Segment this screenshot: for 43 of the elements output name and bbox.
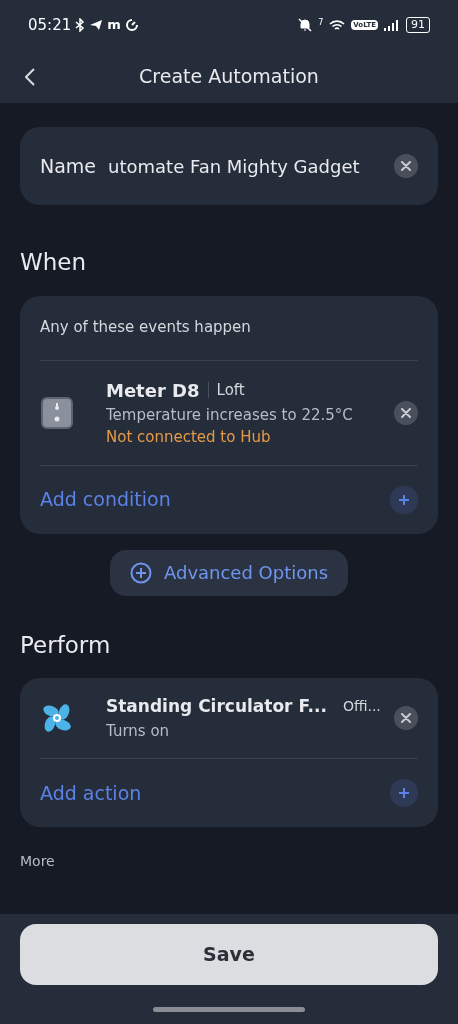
section-heading: More bbox=[20, 852, 56, 871]
remove-button[interactable] bbox=[394, 154, 418, 178]
plus-circle-icon bbox=[129, 561, 152, 584]
condition-description: Temperature increases to 22.5°C bbox=[106, 404, 354, 426]
action-description: Turns on bbox=[106, 720, 171, 742]
room-name: Loft bbox=[216, 379, 245, 401]
warning-text: Not connected to Hub bbox=[106, 427, 272, 448]
plus-icon bbox=[398, 493, 410, 506]
room-name: Offi... bbox=[342, 697, 381, 717]
section-heading: When bbox=[20, 248, 88, 277]
remove-button[interactable] bbox=[394, 706, 418, 730]
device-name: Standing Circulator F... bbox=[106, 695, 327, 718]
back-icon bbox=[25, 67, 35, 86]
timer-icon bbox=[124, 18, 139, 32]
plus-icon bbox=[398, 787, 410, 799]
close-icon bbox=[401, 407, 411, 418]
add-link[interactable]: Add action bbox=[40, 778, 142, 808]
signal-icon bbox=[384, 19, 400, 31]
advanced-options-button[interactable]: Advanced Options bbox=[109, 549, 349, 596]
card-subtitle: Any of these events happen bbox=[40, 317, 252, 339]
section-heading: Perform bbox=[20, 630, 112, 660]
add-link[interactable]: Add condition bbox=[40, 485, 171, 514]
close-icon bbox=[401, 713, 411, 723]
wifi-icon bbox=[329, 18, 346, 32]
name-label: Name bbox=[40, 153, 97, 179]
bell-off-icon bbox=[298, 18, 313, 32]
close-icon bbox=[401, 161, 411, 171]
add-button[interactable] bbox=[390, 779, 418, 807]
battery-indicator: 91 bbox=[406, 17, 430, 33]
name-value: utomate Fan Mighty Gadget bbox=[108, 154, 361, 179]
wifi-label: 7 bbox=[318, 17, 324, 29]
status-time: 05:21 bbox=[28, 14, 72, 36]
add-button[interactable] bbox=[390, 485, 418, 514]
app-letter: m bbox=[107, 16, 121, 35]
remove-button[interactable] bbox=[394, 400, 418, 425]
bluetooth-icon bbox=[75, 18, 86, 32]
page-title: Create Automation bbox=[139, 64, 319, 90]
name-field[interactable]: Name utomate Fan Mighty Gadget bbox=[20, 127, 438, 205]
fan-icon bbox=[40, 701, 74, 735]
thermometer-icon bbox=[40, 395, 74, 430]
save-button[interactable]: Save bbox=[20, 924, 438, 985]
send-icon bbox=[89, 19, 104, 31]
device-name: Meter D8 bbox=[106, 378, 200, 403]
